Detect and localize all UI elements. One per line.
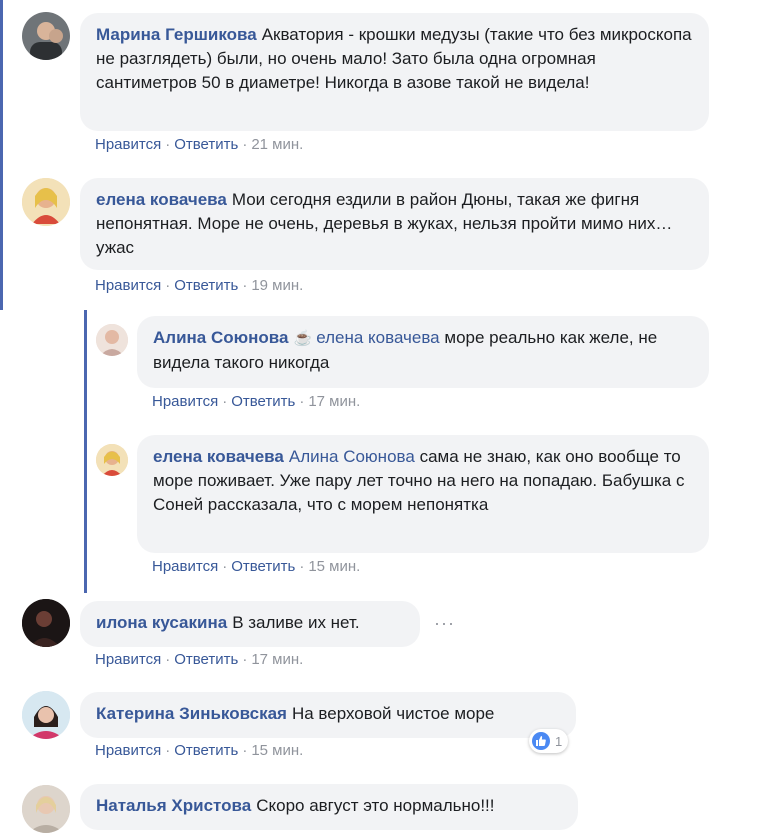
comment-author[interactable]: Алина Союнова — [153, 328, 289, 347]
comment-bubble: елена ковачева Мои сегодня ездили в район… — [80, 178, 709, 270]
avatar[interactable] — [22, 599, 70, 647]
like-reaction-icon — [532, 732, 550, 750]
like-link[interactable]: Нравится — [95, 651, 161, 668]
reply-link[interactable]: Ответить — [174, 742, 238, 759]
reply-link[interactable]: Ответить — [231, 558, 295, 575]
avatar[interactable] — [22, 691, 70, 739]
comment-time[interactable]: 17 мин. — [308, 393, 360, 410]
comment-text: На верховой чистое море — [291, 704, 495, 723]
like-link[interactable]: Нравится — [152, 558, 218, 575]
avatar[interactable] — [22, 12, 70, 60]
like-link[interactable]: Нравится — [95, 136, 161, 153]
comment-bubble: Катерина Зиньковская На верховой чистое м… — [80, 692, 576, 738]
thread-line-reply — [84, 310, 87, 593]
like-link[interactable]: Нравится — [95, 742, 161, 759]
avatar[interactable] — [96, 444, 128, 476]
comment-actions: Нравится · Ответить · 17 мин. — [95, 651, 304, 668]
comment-actions: Нравится · Ответить · 15 мин. — [95, 742, 304, 759]
comment-text: Скоро август это нормально!!! — [256, 796, 495, 815]
comment-actions: Нравится · Ответить · 17 мин. — [152, 393, 361, 410]
comment-bubble: Наталья Христова Скоро август это нормаль… — [80, 784, 578, 830]
comment-actions: Нравится · Ответить · 21 мин. — [95, 136, 304, 153]
comment-mention[interactable]: Алина Союнова — [289, 447, 415, 466]
reply-link[interactable]: Ответить — [174, 277, 238, 294]
comment-time[interactable]: 15 мин. — [251, 742, 303, 759]
comment-time[interactable]: 17 мин. — [251, 651, 303, 668]
comment-time[interactable]: 15 мин. — [308, 558, 360, 575]
coffee-icon: ☕ — [293, 330, 313, 347]
like-link[interactable]: Нравится — [95, 277, 161, 294]
comment-bubble: Алина Союнова ☕ елена ковачева море реальн… — [137, 316, 709, 388]
comment-author[interactable]: Наталья Христова — [96, 796, 251, 815]
avatar[interactable] — [96, 324, 128, 356]
comment-bubble: елена ковачева Алина Союнова сама не знаю… — [137, 435, 709, 553]
comment-author[interactable]: елена ковачева — [96, 190, 227, 209]
reaction-badge[interactable]: 1 — [529, 729, 569, 753]
like-link[interactable]: Нравится — [152, 393, 218, 410]
comment-author[interactable]: елена ковачева — [153, 447, 284, 466]
comment-actions: Нравится · Ответить · 19 мин. — [95, 277, 304, 294]
comment-author[interactable]: илона кусакина — [96, 613, 227, 632]
comment-bubble: Марина Гершикова Акватория - крошки медуз… — [80, 13, 709, 131]
comment-time[interactable]: 21 мин. — [251, 136, 303, 153]
comment-mention[interactable]: елена ковачева — [316, 328, 439, 347]
reply-link[interactable]: Ответить — [231, 393, 295, 410]
comment-text: В заливе их нет. — [232, 613, 360, 632]
comment-time[interactable]: 19 мин. — [251, 277, 303, 294]
reply-link[interactable]: Ответить — [174, 651, 238, 668]
comment-author[interactable]: Катерина Зиньковская — [96, 704, 287, 723]
avatar[interactable] — [22, 178, 70, 226]
comment-actions: Нравится · Ответить · 15 мин. — [152, 558, 361, 575]
thread-line-outer — [0, 0, 3, 310]
reply-link[interactable]: Ответить — [174, 136, 238, 153]
more-options-icon[interactable]: ··· — [434, 613, 455, 634]
reaction-count: 1 — [555, 733, 563, 749]
comment-author[interactable]: Марина Гершикова — [96, 25, 257, 44]
comment-bubble: илона кусакина В заливе их нет. — [80, 601, 420, 647]
avatar[interactable] — [22, 785, 70, 833]
